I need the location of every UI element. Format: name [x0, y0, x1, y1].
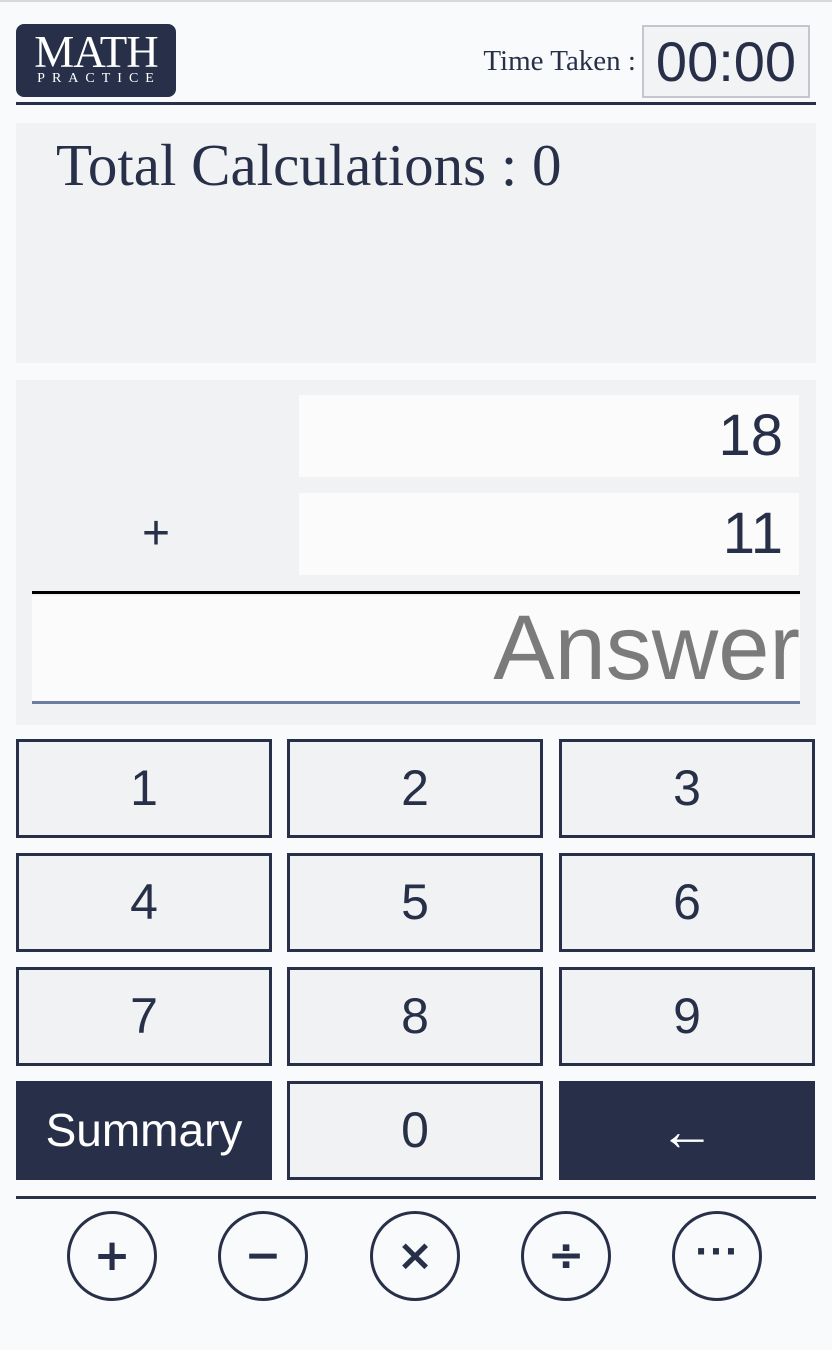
more-options-button[interactable]: ···	[672, 1211, 762, 1301]
header-divider	[16, 102, 816, 105]
key-9[interactable]: 9	[559, 967, 815, 1066]
timer-display: 00:00	[642, 25, 810, 98]
answer-input[interactable]	[32, 596, 800, 704]
key-2[interactable]: 2	[287, 739, 543, 838]
total-calculations-count: 0	[532, 132, 562, 198]
logo-subtitle: PRACTICE	[37, 71, 161, 86]
backspace-arrow-icon: ←	[659, 1099, 715, 1162]
more-icon: ···	[694, 1232, 740, 1272]
operator-sign: +	[141, 507, 171, 560]
summary-button[interactable]: Summary	[16, 1081, 272, 1180]
division-mode-button[interactable]: ÷	[521, 1211, 611, 1301]
operand-second: 11	[299, 493, 799, 575]
total-calculations: Total Calculations : 0	[56, 129, 562, 201]
sum-line	[32, 591, 800, 594]
key-0[interactable]: 0	[287, 1081, 543, 1180]
calculations-panel: Total Calculations : 0	[16, 123, 816, 363]
backspace-button[interactable]: ←	[559, 1081, 815, 1180]
key-3[interactable]: 3	[559, 739, 815, 838]
footer-divider	[16, 1196, 816, 1199]
divide-icon: ÷	[547, 1230, 585, 1281]
plus-icon: +	[93, 1230, 131, 1281]
key-5[interactable]: 5	[287, 853, 543, 952]
times-icon: ×	[396, 1230, 434, 1281]
math-practice-logo: MATH PRACTICE	[16, 24, 176, 97]
key-6[interactable]: 6	[559, 853, 815, 952]
key-4[interactable]: 4	[16, 853, 272, 952]
key-1[interactable]: 1	[16, 739, 272, 838]
addition-mode-button[interactable]: +	[67, 1211, 157, 1301]
logo-title: MATH	[34, 27, 159, 77]
subtraction-mode-button[interactable]: −	[218, 1211, 308, 1301]
problem-panel: 18 + 11	[16, 380, 816, 725]
key-8[interactable]: 8	[287, 967, 543, 1066]
multiplication-mode-button[interactable]: ×	[370, 1211, 460, 1301]
total-calculations-label: Total Calculations	[56, 132, 487, 198]
minus-icon: −	[244, 1230, 282, 1281]
key-7[interactable]: 7	[16, 967, 272, 1066]
top-edge	[0, 0, 832, 2]
operand-first: 18	[299, 395, 799, 477]
timer-label: Time Taken :	[483, 45, 636, 77]
total-calculations-separator: :	[486, 132, 532, 198]
